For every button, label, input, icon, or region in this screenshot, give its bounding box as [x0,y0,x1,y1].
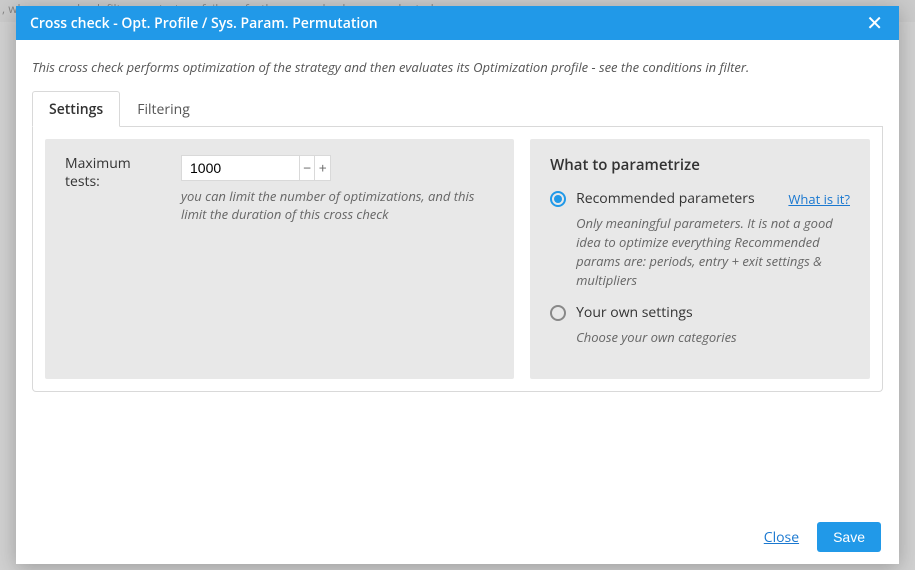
settings-panel: Maximum tests: − + you can limit the num… [32,127,883,392]
what-is-it-link[interactable]: What is it? [788,190,850,208]
save-button[interactable]: Save [817,522,881,552]
radio-recommended[interactable] [550,191,566,207]
tab-bar: Settings Filtering [32,90,883,127]
radio-own[interactable] [550,305,566,321]
max-tests-help: you can limit the number of optimization… [181,187,494,223]
settings-right-pane: What to parametrize Recommended paramete… [530,139,870,379]
tab-settings[interactable]: Settings [32,91,120,127]
settings-left-pane: Maximum tests: − + you can limit the num… [45,139,514,379]
parametrize-heading: What to parametrize [550,155,850,175]
close-icon[interactable]: ✕ [864,13,885,33]
max-tests-label: Maximum tests: [65,155,165,223]
modal-footer: Close Save [16,510,899,564]
spinner-decrement-icon[interactable]: − [299,156,315,180]
max-tests-spinner: − + [181,155,331,181]
spinner-increment-icon[interactable]: + [314,156,330,180]
modal-header: Cross check - Opt. Profile / Sys. Param.… [16,6,899,40]
close-button[interactable]: Close [764,528,799,547]
crosscheck-modal: Cross check - Opt. Profile / Sys. Param.… [16,6,899,564]
tab-filtering[interactable]: Filtering [120,91,207,127]
modal-title: Cross check - Opt. Profile / Sys. Param.… [30,14,378,33]
modal-body: This cross check performs optimization o… [16,40,899,452]
radio-recommended-label[interactable]: Recommended parameters [576,189,755,208]
own-help: Choose your own categories [576,328,850,347]
recommended-help: Only meaningful parameters. It is not a … [576,214,850,289]
radio-own-label[interactable]: Your own settings [576,303,693,322]
modal-description: This cross check performs optimization o… [32,58,883,76]
max-tests-input[interactable] [182,156,299,180]
